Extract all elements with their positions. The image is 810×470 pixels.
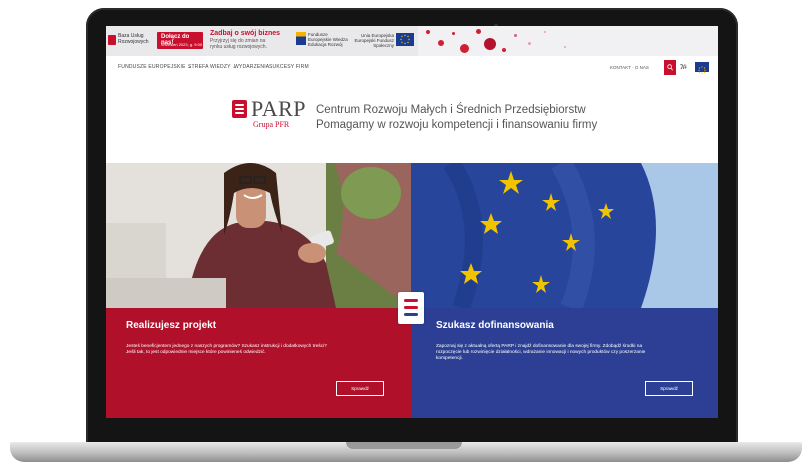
promo-subtext: Przyjrzyj się do zmian na rynku usług ro… <box>210 38 267 50</box>
eu-logo-text: Unia Europejska Europejski Fundusz Społe… <box>354 33 394 48</box>
tagline-secondary: Pomagamy w rozwoju kompetencji i finanso… <box>316 119 598 131</box>
accessibility-icon[interactable]: ﾌ/ᶨ <box>680 62 687 71</box>
eu-flag-icon[interactable] <box>695 62 709 74</box>
nav-contact[interactable]: KONTAKT · O NAS <box>610 65 649 70</box>
join-badge[interactable]: Dołącz do nas! Wrzesień 2023, g. 9:00 <box>157 32 203 49</box>
service-logo-icon <box>108 35 116 45</box>
nav-item-knowledge[interactable]: STREFA WIEDZY ⌄ <box>188 64 237 70</box>
card-realizujesz-projekt: Realizujesz projekt Jesteś beneficjentem… <box>106 308 411 418</box>
hero-image-woman-phone <box>106 163 411 308</box>
nav-item-success[interactable]: SUKCESY FIRM <box>269 64 309 70</box>
logo-subtitle: Grupa PFR <box>253 120 290 129</box>
promo-heading: Zadbaj o swój biznes <box>210 30 281 37</box>
eu-flag-icon <box>396 33 414 46</box>
search-button[interactable] <box>664 60 676 75</box>
card-title: Realizujesz projekt <box>126 320 217 331</box>
card-description: Jesteś beneficjentem jednego z naszych p… <box>126 344 327 356</box>
browser-viewport: Baza Usług Rozwojowych Dołącz do nas! Wr… <box>106 26 718 418</box>
main-nav: FUNDUSZE EUROPEJSKIE ⌄ STREFA WIEDZY ⌄ W… <box>106 56 718 79</box>
tagline-primary: Centrum Rozwoju Małych i Średnich Przeds… <box>316 104 586 116</box>
brand-header: PARP Grupa PFR Centrum Rozwoju Małych i … <box>106 78 718 163</box>
card-description: Zapoznaj się z aktualną ofertą PARP i zn… <box>436 344 646 362</box>
banner-decoration <box>418 26 718 56</box>
logo-wordmark[interactable]: PARP <box>251 96 306 122</box>
card-szukasz-dofinansowania: Szukasz dofinansowania Zapoznaj się z ak… <box>411 308 718 418</box>
check-project-button[interactable]: Sprawdź <box>336 381 384 396</box>
hero-image-eu-flag <box>411 163 718 308</box>
nav-item-events[interactable]: WYDARZENIA <box>234 64 269 70</box>
nav-item-funds[interactable]: FUNDUSZE EUROPEJSKIE ⌄ <box>118 64 192 70</box>
search-icon <box>667 64 673 71</box>
service-logo-text: Baza Usług Rozwojowych <box>118 33 149 45</box>
funds-logo-icon <box>296 32 306 45</box>
top-banner[interactable]: Baza Usług Rozwojowych Dołącz do nas! Wr… <box>106 26 718 56</box>
parp-emblem-icon <box>398 292 424 324</box>
check-funding-button[interactable]: Sprawdź <box>645 381 693 396</box>
card-title: Szukasz dofinansowania <box>436 320 554 331</box>
parp-logo-icon[interactable] <box>232 100 247 118</box>
laptop-notch <box>346 442 462 449</box>
